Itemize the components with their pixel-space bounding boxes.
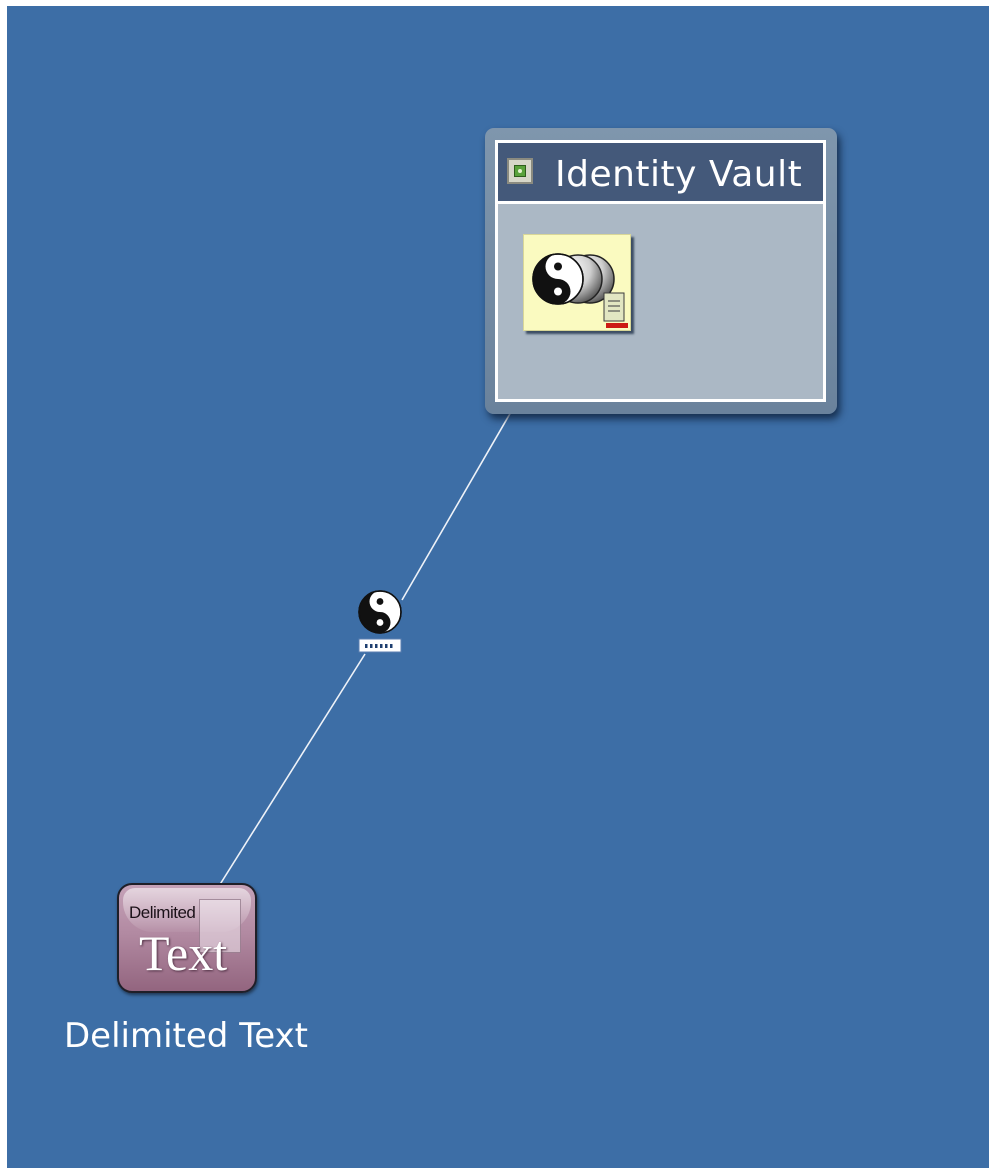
designer-canvas[interactable]: Identity Vault Delimited Text Delimited …	[7, 6, 989, 1168]
directory-container-icon	[507, 158, 533, 184]
identity-vault-header[interactable]: Identity Vault	[498, 143, 823, 204]
driver-yin-yang-icon	[358, 590, 402, 653]
driver-set-icon[interactable]	[523, 234, 631, 331]
app-icon-big-label: Text	[139, 925, 228, 981]
identity-vault-title: Identity Vault	[555, 154, 803, 195]
identity-vault-container[interactable]: Identity Vault	[485, 128, 837, 414]
identity-vault-body: Identity Vault	[495, 140, 826, 402]
delimited-text-app-icon[interactable]: Delimited Text	[117, 883, 257, 993]
app-icon-small-label: Delimited	[129, 903, 196, 922]
driver-node[interactable]	[357, 590, 403, 656]
application-label: Delimited Text	[64, 1016, 308, 1056]
